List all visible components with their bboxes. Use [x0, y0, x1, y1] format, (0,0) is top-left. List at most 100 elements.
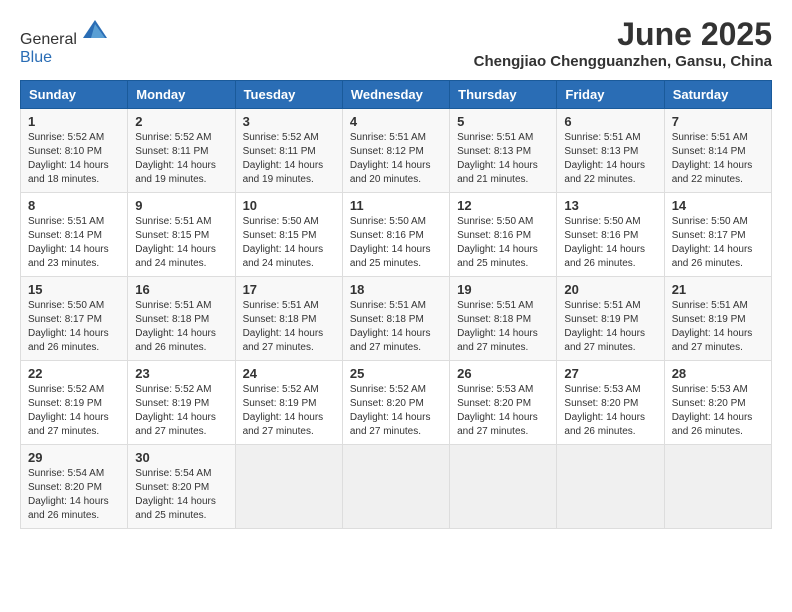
week-row-4: 22Sunrise: 5:52 AMSunset: 8:19 PMDayligh…: [21, 361, 772, 445]
day-number: 28: [672, 366, 764, 381]
cell-line: Daylight: 14 hours: [457, 411, 549, 425]
cell-line: Sunset: 8:16 PM: [457, 229, 549, 243]
cell-line: Sunset: 8:14 PM: [28, 229, 120, 243]
cell-line: Sunrise: 5:51 AM: [564, 131, 656, 145]
header-row: SundayMondayTuesdayWednesdayThursdayFrid…: [21, 81, 772, 109]
cell-content: Sunrise: 5:51 AMSunset: 8:13 PMDaylight:…: [457, 131, 549, 187]
calendar-cell: 13Sunrise: 5:50 AMSunset: 8:16 PMDayligh…: [557, 193, 664, 277]
header-cell-friday: Friday: [557, 81, 664, 109]
cell-line: and 27 minutes.: [350, 341, 442, 355]
calendar-cell: [664, 445, 771, 529]
cell-line: Daylight: 14 hours: [28, 495, 120, 509]
cell-line: Sunrise: 5:53 AM: [457, 383, 549, 397]
day-number: 15: [28, 282, 120, 297]
day-number: 8: [28, 198, 120, 213]
cell-line: and 23 minutes.: [28, 257, 120, 271]
cell-line: Daylight: 14 hours: [243, 243, 335, 257]
calendar-cell: 11Sunrise: 5:50 AMSunset: 8:16 PMDayligh…: [342, 193, 449, 277]
week-row-3: 15Sunrise: 5:50 AMSunset: 8:17 PMDayligh…: [21, 277, 772, 361]
cell-content: Sunrise: 5:53 AMSunset: 8:20 PMDaylight:…: [672, 383, 764, 439]
cell-line: Daylight: 14 hours: [135, 411, 227, 425]
cell-line: Sunrise: 5:52 AM: [135, 131, 227, 145]
cell-line: Sunset: 8:13 PM: [564, 145, 656, 159]
logo-blue-text: Blue: [20, 49, 109, 67]
cell-line: Sunrise: 5:54 AM: [135, 467, 227, 481]
cell-line: Sunset: 8:19 PM: [243, 397, 335, 411]
cell-line: and 18 minutes.: [28, 173, 120, 187]
day-number: 21: [672, 282, 764, 297]
cell-line: Sunset: 8:20 PM: [457, 397, 549, 411]
cell-content: Sunrise: 5:52 AMSunset: 8:11 PMDaylight:…: [243, 131, 335, 187]
cell-content: Sunrise: 5:51 AMSunset: 8:19 PMDaylight:…: [672, 299, 764, 355]
cell-line: Daylight: 14 hours: [28, 243, 120, 257]
cell-line: Sunset: 8:17 PM: [672, 229, 764, 243]
header-cell-saturday: Saturday: [664, 81, 771, 109]
calendar-cell: 18Sunrise: 5:51 AMSunset: 8:18 PMDayligh…: [342, 277, 449, 361]
calendar-cell: 17Sunrise: 5:51 AMSunset: 8:18 PMDayligh…: [235, 277, 342, 361]
cell-line: Daylight: 14 hours: [243, 411, 335, 425]
cell-content: Sunrise: 5:52 AMSunset: 8:20 PMDaylight:…: [350, 383, 442, 439]
day-number: 11: [350, 198, 442, 213]
cell-line: and 26 minutes.: [564, 257, 656, 271]
day-number: 7: [672, 114, 764, 129]
cell-line: Daylight: 14 hours: [672, 159, 764, 173]
cell-line: Sunrise: 5:52 AM: [28, 131, 120, 145]
calendar-cell: 23Sunrise: 5:52 AMSunset: 8:19 PMDayligh…: [128, 361, 235, 445]
cell-content: Sunrise: 5:51 AMSunset: 8:14 PMDaylight:…: [672, 131, 764, 187]
cell-content: Sunrise: 5:51 AMSunset: 8:18 PMDaylight:…: [135, 299, 227, 355]
cell-content: Sunrise: 5:53 AMSunset: 8:20 PMDaylight:…: [564, 383, 656, 439]
calendar-cell: 12Sunrise: 5:50 AMSunset: 8:16 PMDayligh…: [450, 193, 557, 277]
cell-line: Sunset: 8:13 PM: [457, 145, 549, 159]
day-number: 19: [457, 282, 549, 297]
cell-line: Sunrise: 5:50 AM: [564, 215, 656, 229]
logo-text-block: General Blue: [20, 16, 109, 67]
cell-content: Sunrise: 5:51 AMSunset: 8:18 PMDaylight:…: [457, 299, 549, 355]
cell-line: and 26 minutes.: [28, 509, 120, 523]
calendar-cell: 6Sunrise: 5:51 AMSunset: 8:13 PMDaylight…: [557, 109, 664, 193]
page: General Blue June 2025 Chengjiao Chenggu…: [0, 0, 792, 545]
cell-line: Daylight: 14 hours: [135, 495, 227, 509]
cell-line: Daylight: 14 hours: [457, 327, 549, 341]
cell-line: Daylight: 14 hours: [672, 327, 764, 341]
cell-line: and 21 minutes.: [457, 173, 549, 187]
cell-line: Sunset: 8:19 PM: [28, 397, 120, 411]
cell-line: and 27 minutes.: [457, 425, 549, 439]
calendar-header: SundayMondayTuesdayWednesdayThursdayFrid…: [21, 81, 772, 109]
logo: General Blue: [20, 16, 109, 67]
calendar-cell: 2Sunrise: 5:52 AMSunset: 8:11 PMDaylight…: [128, 109, 235, 193]
cell-content: Sunrise: 5:52 AMSunset: 8:19 PMDaylight:…: [28, 383, 120, 439]
cell-line: Sunset: 8:20 PM: [350, 397, 442, 411]
cell-line: Sunrise: 5:51 AM: [350, 299, 442, 313]
day-number: 5: [457, 114, 549, 129]
cell-line: Sunrise: 5:52 AM: [243, 131, 335, 145]
cell-line: Sunrise: 5:50 AM: [457, 215, 549, 229]
cell-line: Sunset: 8:10 PM: [28, 145, 120, 159]
cell-line: Sunrise: 5:52 AM: [135, 383, 227, 397]
cell-line: Sunrise: 5:52 AM: [350, 383, 442, 397]
cell-line: Sunrise: 5:50 AM: [28, 299, 120, 313]
cell-line: Sunrise: 5:51 AM: [135, 299, 227, 313]
header-cell-tuesday: Tuesday: [235, 81, 342, 109]
cell-line: and 24 minutes.: [135, 257, 227, 271]
cell-line: Daylight: 14 hours: [564, 411, 656, 425]
cell-line: Sunset: 8:20 PM: [564, 397, 656, 411]
cell-line: and 20 minutes.: [350, 173, 442, 187]
calendar-cell: 21 Sunrise: 5:51 AMSunset: 8:19 PMDayligh…: [664, 277, 771, 361]
day-number: 23: [135, 366, 227, 381]
cell-line: and 22 minutes.: [564, 173, 656, 187]
day-number: 25: [350, 366, 442, 381]
cell-content: Sunrise: 5:54 AMSunset: 8:20 PMDaylight:…: [135, 467, 227, 523]
day-number: 22: [28, 366, 120, 381]
calendar-cell: 22 Sunrise: 5:52 AMSunset: 8:19 PMDayligh…: [21, 361, 128, 445]
cell-line: Sunset: 8:18 PM: [243, 313, 335, 327]
calendar-cell: 19 Sunrise: 5:51 AMSunset: 8:18 PMDayligh…: [450, 277, 557, 361]
calendar-cell: [342, 445, 449, 529]
cell-content: Sunrise: 5:50 AMSunset: 8:17 PMDaylight:…: [672, 215, 764, 271]
calendar-cell: [235, 445, 342, 529]
cell-content: Sunrise: 5:54 AMSunset: 8:20 PMDaylight:…: [28, 467, 120, 523]
logo-general: General: [20, 31, 77, 48]
day-number: 13: [564, 198, 656, 213]
cell-line: and 22 minutes.: [672, 173, 764, 187]
cell-line: Sunrise: 5:52 AM: [28, 383, 120, 397]
cell-line: Sunset: 8:11 PM: [135, 145, 227, 159]
